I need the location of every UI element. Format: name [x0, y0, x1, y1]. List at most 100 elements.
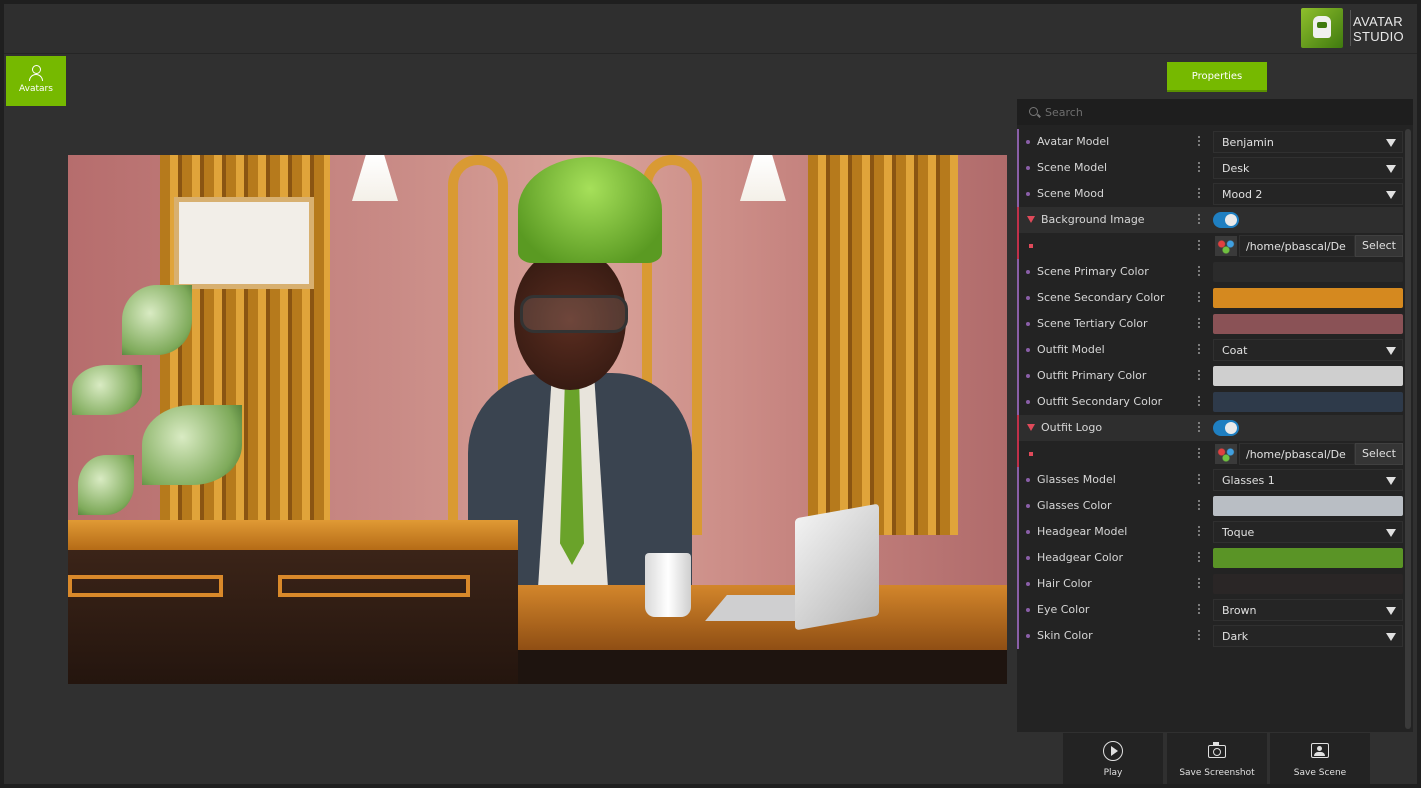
row-dot-icon	[1026, 608, 1030, 612]
image-thumbnail-icon	[1215, 444, 1237, 464]
group-toggle[interactable]	[1213, 420, 1239, 436]
color-swatch[interactable]	[1213, 548, 1403, 568]
dropdown-arrow-icon	[1386, 607, 1396, 615]
property-list: Avatar Model Benjamin Scene Model Desk Scene…	[1017, 129, 1403, 649]
properties-scrollbar[interactable]	[1405, 129, 1411, 729]
camera-icon	[1208, 742, 1226, 758]
avatar-studio-window: AVATAR STUDIO Avatars Properties Search …	[0, 0, 1421, 788]
kebab-menu-icon[interactable]	[1195, 395, 1203, 409]
property-dropdown[interactable]: Coat	[1213, 339, 1403, 361]
file-path-field[interactable]: /home/pbascal/De	[1239, 443, 1355, 465]
kebab-menu-icon[interactable]	[1195, 551, 1203, 565]
property-dropdown[interactable]: Brown	[1213, 599, 1403, 621]
property-dropdown[interactable]: Dark	[1213, 625, 1403, 647]
row-indent-bar	[1017, 129, 1019, 155]
property-label: Scene Tertiary Color	[1037, 317, 1148, 330]
kebab-menu-icon[interactable]	[1195, 421, 1203, 435]
save-scene-button[interactable]: Save Scene	[1270, 733, 1370, 784]
avatar-headgear	[518, 157, 662, 263]
row-marker-icon	[1029, 452, 1033, 456]
kebab-menu-icon[interactable]	[1195, 343, 1203, 357]
row-indent-bar	[1017, 389, 1019, 415]
avatar-studio-logo-icon	[1301, 8, 1343, 48]
color-swatch[interactable]	[1213, 392, 1403, 412]
kebab-menu-icon[interactable]	[1195, 629, 1203, 643]
scene-portrait-icon	[1311, 743, 1329, 758]
play-label: Play	[1103, 768, 1123, 778]
row-indent-bar	[1017, 519, 1019, 545]
property-label: Outfit Secondary Color	[1037, 395, 1163, 408]
property-row: Headgear Model Toque	[1017, 519, 1403, 545]
row-indent-bar	[1017, 181, 1019, 207]
row-dot-icon	[1026, 582, 1030, 586]
color-swatch[interactable]	[1213, 366, 1403, 386]
row-indent-bar	[1017, 545, 1019, 571]
property-label: Outfit Logo	[1041, 421, 1103, 434]
kebab-menu-icon[interactable]	[1195, 317, 1203, 331]
app-logo-text: AVATAR STUDIO	[1353, 14, 1409, 44]
property-row: Scene Model Desk	[1017, 155, 1403, 181]
property-row: Scene Tertiary Color	[1017, 311, 1403, 337]
kebab-menu-icon[interactable]	[1195, 525, 1203, 539]
color-swatch[interactable]	[1213, 262, 1403, 282]
row-dot-icon	[1026, 504, 1030, 508]
color-swatch[interactable]	[1213, 314, 1403, 334]
laptop-screen	[795, 503, 879, 631]
dropdown-arrow-icon	[1386, 347, 1396, 355]
color-swatch[interactable]	[1213, 288, 1403, 308]
dropdown-arrow-icon	[1386, 165, 1396, 173]
logo-text-line2: STUDIO	[1353, 29, 1404, 44]
play-button[interactable]: Play	[1063, 733, 1163, 784]
kebab-menu-icon[interactable]	[1195, 161, 1203, 175]
property-dropdown[interactable]: Toque	[1213, 521, 1403, 543]
tab-properties[interactable]: Properties	[1167, 62, 1267, 92]
search-input[interactable]	[1045, 103, 1385, 121]
counter-rail	[68, 575, 223, 597]
kebab-menu-icon[interactable]	[1195, 265, 1203, 279]
file-path-field[interactable]: /home/pbascal/De	[1239, 235, 1355, 257]
color-swatch[interactable]	[1213, 496, 1403, 516]
property-dropdown[interactable]: Benjamin	[1213, 131, 1403, 153]
kebab-menu-icon[interactable]	[1195, 213, 1203, 227]
group-toggle[interactable]	[1213, 212, 1239, 228]
row-indent-bar	[1017, 285, 1019, 311]
kebab-menu-icon[interactable]	[1195, 369, 1203, 383]
color-swatch[interactable]	[1213, 574, 1403, 594]
plant-leaf	[72, 365, 142, 415]
collapse-triangle-icon[interactable]	[1027, 424, 1035, 431]
kebab-menu-icon[interactable]	[1195, 577, 1203, 591]
kebab-menu-icon[interactable]	[1195, 447, 1203, 461]
kebab-menu-icon[interactable]	[1195, 473, 1203, 487]
kebab-menu-icon[interactable]	[1195, 291, 1203, 305]
select-file-button[interactable]: Select	[1355, 443, 1403, 465]
row-dot-icon	[1026, 556, 1030, 560]
property-row: Scene Primary Color	[1017, 259, 1403, 285]
kebab-menu-icon[interactable]	[1195, 135, 1203, 149]
dropdown-value: Benjamin	[1222, 136, 1274, 149]
property-row: Avatar Model Benjamin	[1017, 129, 1403, 155]
kebab-menu-icon[interactable]	[1195, 239, 1203, 253]
dropdown-value: Brown	[1222, 604, 1257, 617]
kebab-menu-icon[interactable]	[1195, 603, 1203, 617]
scene-viewport[interactable]	[68, 155, 1007, 684]
counter-front	[68, 550, 518, 684]
property-dropdown[interactable]: Desk	[1213, 157, 1403, 179]
save-screenshot-button[interactable]: Save Screenshot	[1167, 733, 1267, 784]
row-dot-icon	[1026, 166, 1030, 170]
property-row: Glasses Model Glasses 1	[1017, 467, 1403, 493]
select-file-button[interactable]: Select	[1355, 235, 1403, 257]
collapse-triangle-icon[interactable]	[1027, 216, 1035, 223]
row-indent-bar	[1017, 571, 1019, 597]
kebab-menu-icon[interactable]	[1195, 187, 1203, 201]
row-dot-icon	[1026, 140, 1030, 144]
property-row: Eye Color Brown	[1017, 597, 1403, 623]
row-dot-icon	[1026, 374, 1030, 378]
search-icon	[1029, 107, 1038, 116]
property-dropdown[interactable]: Glasses 1	[1213, 469, 1403, 491]
property-dropdown[interactable]: Mood 2	[1213, 183, 1403, 205]
row-indent-bar	[1017, 233, 1019, 259]
property-label: Scene Mood	[1037, 187, 1104, 200]
row-dot-icon	[1026, 634, 1030, 638]
kebab-menu-icon[interactable]	[1195, 499, 1203, 513]
avatars-button[interactable]: Avatars	[6, 56, 66, 106]
